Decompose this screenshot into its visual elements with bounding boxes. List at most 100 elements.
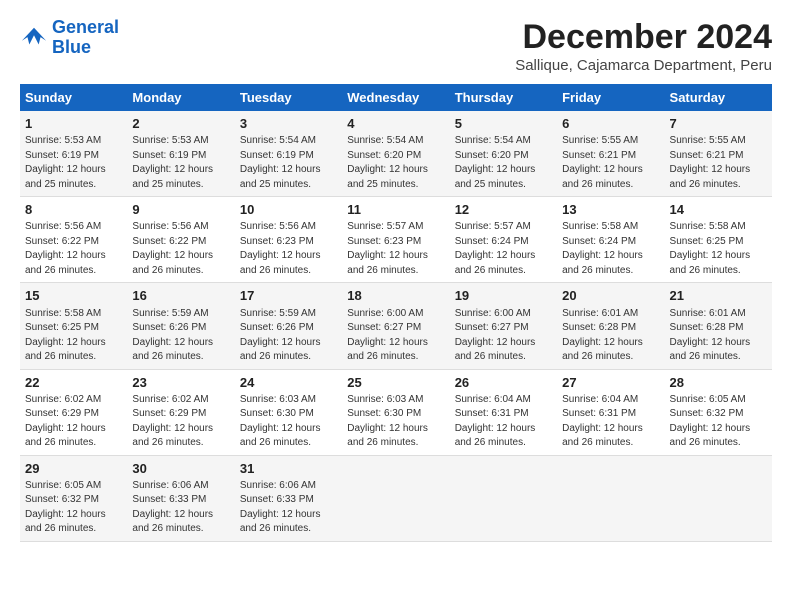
calendar-cell: 19 Sunrise: 6:00 AM Sunset: 6:27 PM Dayli… bbox=[450, 283, 557, 369]
cell-info: Sunrise: 5:58 AM Sunset: 6:25 PM Dayligh… bbox=[670, 220, 767, 278]
cell-info: Sunrise: 5:55 AM Sunset: 6:21 PM Dayligh… bbox=[562, 134, 659, 192]
cell-info: Sunrise: 6:01 AM Sunset: 6:28 PM Dayligh… bbox=[670, 307, 767, 365]
day-number: 24 bbox=[240, 374, 337, 392]
calendar-cell: 22Sunrise: 6:02 AM Sunset: 6:29 PM Dayli… bbox=[20, 369, 127, 455]
cell-info: Sunrise: 6:04 AM Sunset: 6:31 PM Dayligh… bbox=[455, 393, 552, 451]
calendar-cell: 3Sunrise: 5:54 AM Sunset: 6:19 PM Daylig… bbox=[235, 111, 342, 197]
col-header-monday: Monday bbox=[127, 84, 234, 111]
day-number: 1 bbox=[25, 115, 122, 133]
calendar-cell: 26Sunrise: 6:04 AM Sunset: 6:31 PM Dayli… bbox=[450, 369, 557, 455]
week-row-2: 8 Sunrise: 5:56 AM Sunset: 6:22 PM Daylig… bbox=[20, 197, 772, 283]
col-header-tuesday: Tuesday bbox=[235, 84, 342, 111]
calendar-cell: 21Sunrise: 6:01 AM Sunset: 6:28 PM Dayli… bbox=[665, 283, 772, 369]
day-number: 5 bbox=[455, 115, 552, 133]
week-row-5: 29Sunrise: 6:05 AM Sunset: 6:32 PM Dayli… bbox=[20, 455, 772, 541]
col-header-sunday: Sunday bbox=[20, 84, 127, 111]
cell-info: Sunrise: 5:54 AM Sunset: 6:19 PM Dayligh… bbox=[240, 134, 337, 192]
day-number: 6 bbox=[562, 115, 659, 133]
calendar-cell: 11Sunrise: 5:57 AM Sunset: 6:23 PM Dayli… bbox=[342, 197, 449, 283]
cell-info: Sunrise: 5:58 AM Sunset: 6:25 PM Dayligh… bbox=[25, 307, 122, 365]
calendar-cell bbox=[557, 455, 664, 541]
day-number: 15 bbox=[25, 287, 122, 305]
day-number: 2 bbox=[132, 115, 229, 133]
calendar-cell: 1Sunrise: 5:53 AM Sunset: 6:19 PM Daylig… bbox=[20, 111, 127, 197]
col-header-thursday: Thursday bbox=[450, 84, 557, 111]
calendar-cell: 13Sunrise: 5:58 AM Sunset: 6:24 PM Dayli… bbox=[557, 197, 664, 283]
day-number: 28 bbox=[670, 374, 767, 392]
day-number: 7 bbox=[670, 115, 767, 133]
day-number: 3 bbox=[240, 115, 337, 133]
cell-info: Sunrise: 6:02 AM Sunset: 6:29 PM Dayligh… bbox=[25, 393, 122, 451]
week-row-1: 1Sunrise: 5:53 AM Sunset: 6:19 PM Daylig… bbox=[20, 111, 772, 197]
cell-info: Sunrise: 6:03 AM Sunset: 6:30 PM Dayligh… bbox=[347, 393, 444, 451]
calendar-cell: 4Sunrise: 5:54 AM Sunset: 6:20 PM Daylig… bbox=[342, 111, 449, 197]
day-number: 27 bbox=[562, 374, 659, 392]
week-row-4: 22Sunrise: 6:02 AM Sunset: 6:29 PM Dayli… bbox=[20, 369, 772, 455]
col-header-friday: Friday bbox=[557, 84, 664, 111]
cell-info: Sunrise: 6:05 AM Sunset: 6:32 PM Dayligh… bbox=[670, 393, 767, 451]
calendar-cell: 10Sunrise: 5:56 AM Sunset: 6:23 PM Dayli… bbox=[235, 197, 342, 283]
cell-info: Sunrise: 5:53 AM Sunset: 6:19 PM Dayligh… bbox=[25, 134, 122, 192]
page-container: General Blue December 2024 Sallique, Caj… bbox=[0, 0, 792, 552]
day-number: 30 bbox=[132, 460, 229, 478]
calendar-cell: 28Sunrise: 6:05 AM Sunset: 6:32 PM Dayli… bbox=[665, 369, 772, 455]
cell-info: Sunrise: 5:57 AM Sunset: 6:24 PM Dayligh… bbox=[455, 220, 552, 278]
cell-info: Sunrise: 5:56 AM Sunset: 6:22 PM Dayligh… bbox=[132, 220, 229, 278]
day-number: 20 bbox=[562, 287, 659, 305]
calendar-cell: 5Sunrise: 5:54 AM Sunset: 6:20 PM Daylig… bbox=[450, 111, 557, 197]
calendar-cell bbox=[450, 455, 557, 541]
cell-info: Sunrise: 6:00 AM Sunset: 6:27 PM Dayligh… bbox=[347, 307, 444, 365]
calendar-table: SundayMondayTuesdayWednesdayThursdayFrid… bbox=[20, 84, 772, 542]
day-number: 25 bbox=[347, 374, 444, 392]
day-number: 11 bbox=[347, 201, 444, 219]
subtitle: Sallique, Cajamarca Department, Peru bbox=[515, 57, 772, 74]
cell-info: Sunrise: 6:06 AM Sunset: 6:33 PM Dayligh… bbox=[240, 479, 337, 537]
logo-text: General Blue bbox=[52, 18, 119, 58]
day-number: 19 bbox=[455, 287, 552, 305]
calendar-cell: 20 Sunrise: 6:01 AM Sunset: 6:28 PM Dayli… bbox=[557, 283, 664, 369]
calendar-cell bbox=[342, 455, 449, 541]
cell-info: Sunrise: 6:00 AM Sunset: 6:27 PM Dayligh… bbox=[455, 307, 552, 365]
day-number: 17 bbox=[240, 287, 337, 305]
calendar-cell: 18Sunrise: 6:00 AM Sunset: 6:27 PM Dayli… bbox=[342, 283, 449, 369]
calendar-cell: 24Sunrise: 6:03 AM Sunset: 6:30 PM Dayli… bbox=[235, 369, 342, 455]
calendar-cell: 15 Sunrise: 5:58 AM Sunset: 6:25 PM Dayli… bbox=[20, 283, 127, 369]
logo-bird-icon bbox=[20, 24, 48, 52]
title-block: December 2024 Sallique, Cajamarca Depart… bbox=[515, 18, 772, 74]
calendar-cell: 16Sunrise: 5:59 AM Sunset: 6:26 PM Dayli… bbox=[127, 283, 234, 369]
calendar-cell: 2Sunrise: 5:53 AM Sunset: 6:19 PM Daylig… bbox=[127, 111, 234, 197]
cell-info: Sunrise: 5:54 AM Sunset: 6:20 PM Dayligh… bbox=[455, 134, 552, 192]
main-title: December 2024 bbox=[515, 18, 772, 57]
header-row: SundayMondayTuesdayWednesdayThursdayFrid… bbox=[20, 84, 772, 111]
day-number: 9 bbox=[132, 201, 229, 219]
cell-info: Sunrise: 6:03 AM Sunset: 6:30 PM Dayligh… bbox=[240, 393, 337, 451]
calendar-cell: 14Sunrise: 5:58 AM Sunset: 6:25 PM Dayli… bbox=[665, 197, 772, 283]
calendar-cell: 12Sunrise: 5:57 AM Sunset: 6:24 PM Dayli… bbox=[450, 197, 557, 283]
cell-info: Sunrise: 6:02 AM Sunset: 6:29 PM Dayligh… bbox=[132, 393, 229, 451]
cell-info: Sunrise: 5:58 AM Sunset: 6:24 PM Dayligh… bbox=[562, 220, 659, 278]
cell-info: Sunrise: 6:06 AM Sunset: 6:33 PM Dayligh… bbox=[132, 479, 229, 537]
calendar-cell: 27Sunrise: 6:04 AM Sunset: 6:31 PM Dayli… bbox=[557, 369, 664, 455]
cell-info: Sunrise: 6:05 AM Sunset: 6:32 PM Dayligh… bbox=[25, 479, 122, 537]
calendar-cell: 29Sunrise: 6:05 AM Sunset: 6:32 PM Dayli… bbox=[20, 455, 127, 541]
cell-info: Sunrise: 5:53 AM Sunset: 6:19 PM Dayligh… bbox=[132, 134, 229, 192]
calendar-cell: 17Sunrise: 5:59 AM Sunset: 6:26 PM Dayli… bbox=[235, 283, 342, 369]
calendar-cell: 23Sunrise: 6:02 AM Sunset: 6:29 PM Dayli… bbox=[127, 369, 234, 455]
calendar-cell: 8Sunrise: 5:56 AM Sunset: 6:22 PM Daylig… bbox=[20, 197, 127, 283]
calendar-cell: 31Sunrise: 6:06 AM Sunset: 6:33 PM Dayli… bbox=[235, 455, 342, 541]
calendar-cell: 7Sunrise: 5:55 AM Sunset: 6:21 PM Daylig… bbox=[665, 111, 772, 197]
col-header-saturday: Saturday bbox=[665, 84, 772, 111]
calendar-cell bbox=[665, 455, 772, 541]
calendar-cell: 6Sunrise: 5:55 AM Sunset: 6:21 PM Daylig… bbox=[557, 111, 664, 197]
day-number: 13 bbox=[562, 201, 659, 219]
col-header-wednesday: Wednesday bbox=[342, 84, 449, 111]
day-number: 23 bbox=[132, 374, 229, 392]
logo: General Blue bbox=[20, 18, 119, 58]
cell-info: Sunrise: 6:04 AM Sunset: 6:31 PM Dayligh… bbox=[562, 393, 659, 451]
cell-info: Sunrise: 5:56 AM Sunset: 6:23 PM Dayligh… bbox=[240, 220, 337, 278]
cell-info: Sunrise: 6:01 AM Sunset: 6:28 PM Dayligh… bbox=[562, 307, 659, 365]
day-number: 12 bbox=[455, 201, 552, 219]
day-number: 8 bbox=[25, 201, 122, 219]
day-number: 10 bbox=[240, 201, 337, 219]
calendar-cell: 25Sunrise: 6:03 AM Sunset: 6:30 PM Dayli… bbox=[342, 369, 449, 455]
